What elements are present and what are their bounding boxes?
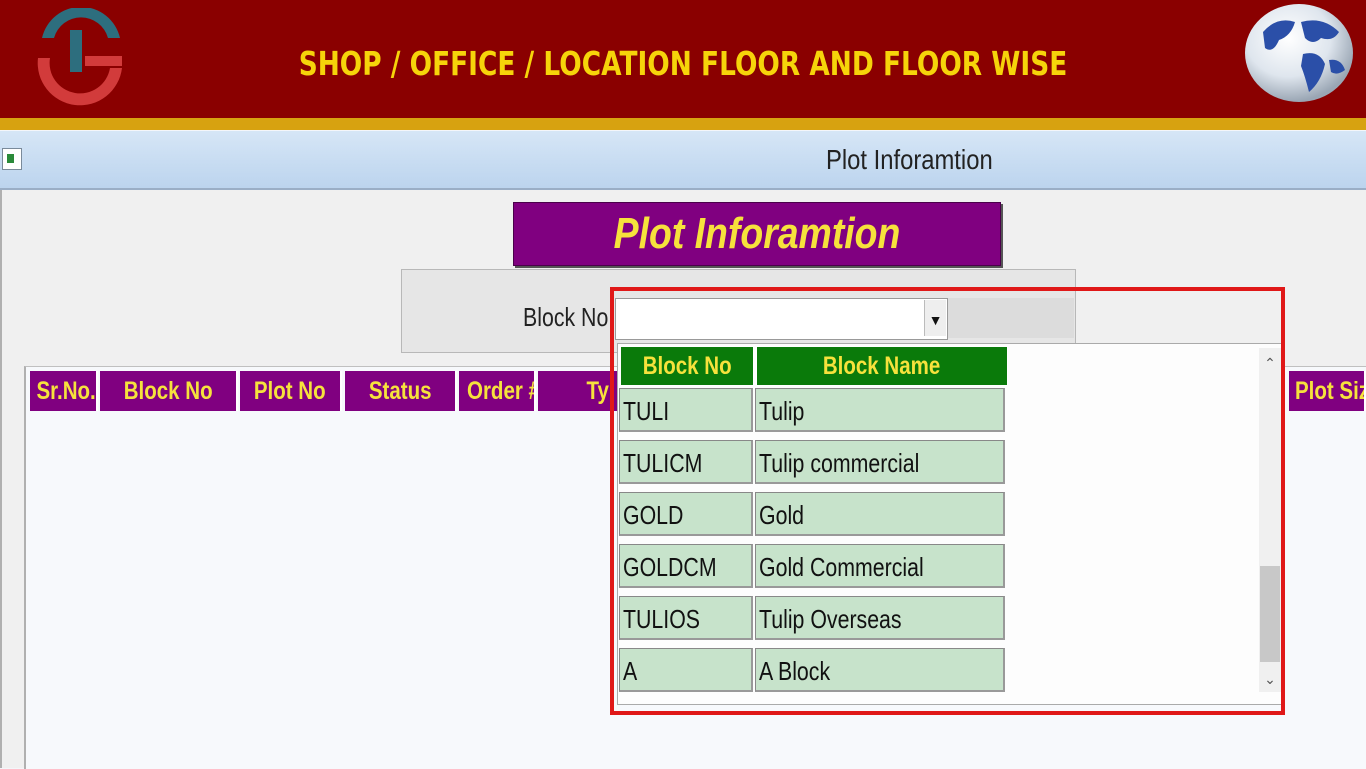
- filter-panel-extra: [948, 298, 1074, 338]
- window-title: Plot Inforamtion: [826, 144, 993, 175]
- banner-title: SHOP / OFFICE / LOCATION FLOOR AND FLOOR…: [298, 44, 1068, 83]
- scroll-up-icon[interactable]: ⌃: [1259, 352, 1281, 374]
- dropdown-cell-block-name[interactable]: Gold: [755, 492, 1005, 536]
- dropdown-arrow-icon[interactable]: ▼: [924, 300, 946, 336]
- app-window-icon[interactable]: [2, 148, 22, 170]
- dropdown-cell-block-no[interactable]: GOLD: [619, 492, 753, 536]
- banner-stripe: [0, 118, 1366, 130]
- dropdown-cell-block-no[interactable]: TULIOS: [619, 596, 753, 640]
- grid-col-block-no[interactable]: Block No: [100, 371, 238, 411]
- scroll-down-icon[interactable]: ⌄: [1259, 668, 1281, 690]
- dropdown-cell-block-no[interactable]: TULICM: [619, 440, 753, 484]
- scrollbar-thumb[interactable]: [1260, 566, 1280, 662]
- window-titlebar: [0, 131, 1366, 190]
- grid-col-order[interactable]: Order #: [459, 371, 536, 411]
- dropdown-cell-block-name[interactable]: Tulip: [755, 388, 1005, 432]
- dropdown-cell-block-no[interactable]: A: [619, 648, 753, 692]
- dropdown-cell-block-no[interactable]: TULI: [619, 388, 753, 432]
- dropdown-col-block-name: Block Name: [756, 346, 1008, 386]
- form-heading-box: Plot Inforamtion: [513, 202, 1001, 266]
- grid-col-sr-no[interactable]: Sr.No.: [30, 371, 98, 411]
- grid-col-plot-size[interactable]: Plot Siz: [1289, 371, 1366, 411]
- dropdown-cell-block-name[interactable]: Tulip commercial: [755, 440, 1005, 484]
- dropdown-col-block-no: Block No: [620, 346, 754, 386]
- dropdown-cell-block-name[interactable]: Gold Commercial: [755, 544, 1005, 588]
- globe-icon: [1245, 4, 1353, 102]
- grid-col-plot-no[interactable]: Plot No: [240, 371, 342, 411]
- dropdown-cell-block-name[interactable]: A Block: [755, 648, 1005, 692]
- form-heading: Plot Inforamtion: [613, 209, 901, 258]
- block-no-label: Block No:: [523, 302, 615, 332]
- grid-col-status[interactable]: Status: [345, 371, 457, 411]
- dropdown-cell-block-name[interactable]: Tulip Overseas: [755, 596, 1005, 640]
- block-no-combobox[interactable]: [615, 298, 948, 340]
- dropdown-cell-block-no[interactable]: GOLDCM: [619, 544, 753, 588]
- ts-logo-icon: [37, 8, 122, 106]
